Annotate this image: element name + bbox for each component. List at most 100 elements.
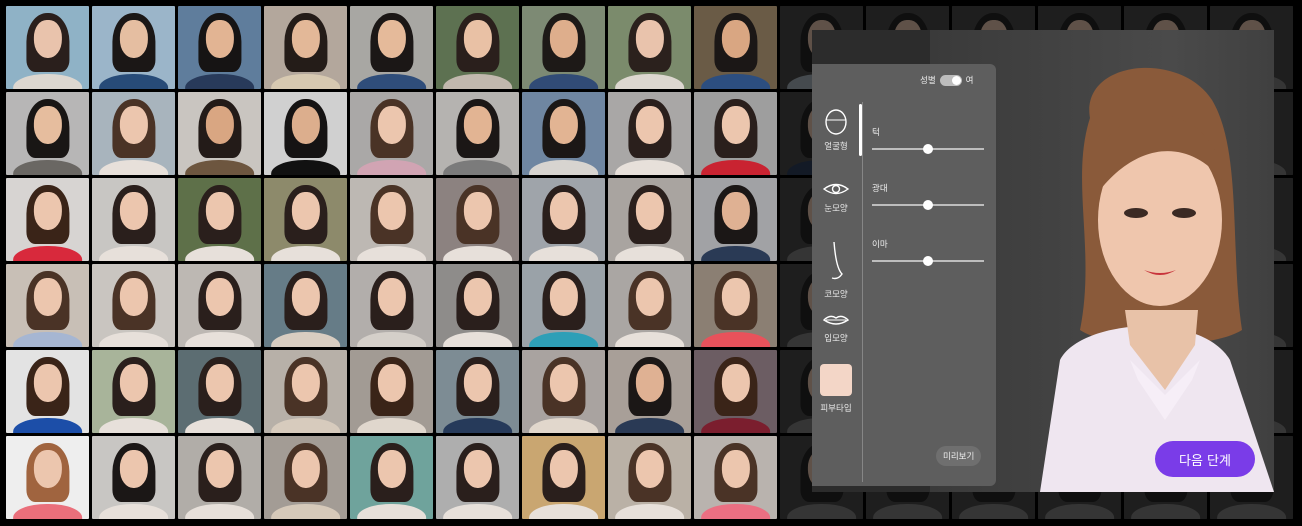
face-thumbnail[interactable] [6,92,89,175]
thumbnail-face [377,278,406,317]
thumbnail-face [463,20,492,59]
face-thumbnail[interactable] [92,350,175,433]
menu-item-face-shape[interactable]: 얼굴형 [812,108,860,152]
menu-item-nose-shape[interactable]: 코모양 [812,240,860,300]
face-thumbnail[interactable] [178,92,261,175]
face-thumbnail[interactable] [608,92,691,175]
face-thumbnail[interactable] [6,6,89,89]
face-thumbnail[interactable] [694,92,777,175]
thumbnail-face [635,450,664,489]
menu-item-lip-shape[interactable]: 입모양 [812,312,860,344]
face-thumbnail[interactable] [436,264,519,347]
face-thumbnail[interactable] [522,436,605,519]
face-thumbnail[interactable] [350,350,433,433]
face-thumbnail[interactable] [694,6,777,89]
menu-item-eye-shape[interactable]: 눈모양 [812,180,860,214]
face-thumbnail[interactable] [178,178,261,261]
face-thumbnail[interactable] [436,92,519,175]
thumbnail-face [721,364,750,403]
thumbnail-torso [184,160,255,175]
thumbnail-torso [356,504,427,519]
face-thumbnail[interactable] [436,350,519,433]
menu-label: 입모양 [824,334,848,344]
menu-item-skin-type[interactable]: 피부타입 [812,364,860,414]
thumbnail-torso [700,332,771,347]
preview-button[interactable]: 미리보기 [936,446,982,466]
slider-track[interactable] [872,144,984,154]
face-thumbnail[interactable] [608,350,691,433]
face-thumbnail[interactable] [350,178,433,261]
slider-track[interactable] [872,256,984,266]
thumbnail-face [205,106,234,145]
face-thumbnail[interactable] [522,350,605,433]
face-thumbnail[interactable] [350,264,433,347]
face-thumbnail[interactable] [694,350,777,433]
thumbnail-face [119,20,148,59]
thumbnail-torso [442,160,513,175]
face-thumbnail[interactable] [6,178,89,261]
face-thumbnail[interactable] [436,178,519,261]
face-thumbnail[interactable] [436,436,519,519]
face-thumbnail[interactable] [92,436,175,519]
face-thumbnail[interactable] [694,264,777,347]
face-thumbnail[interactable] [350,6,433,89]
thumbnail-face [549,364,578,403]
face-thumbnail[interactable] [264,350,347,433]
face-thumbnail[interactable] [92,6,175,89]
thumbnail-torso [528,160,599,175]
face-thumbnail[interactable] [264,92,347,175]
face-thumbnail[interactable] [694,436,777,519]
face-thumbnail[interactable] [92,264,175,347]
slider-track[interactable] [872,200,984,210]
thumbnail-face [205,450,234,489]
face-thumbnail[interactable] [522,6,605,89]
face-thumbnail[interactable] [264,436,347,519]
face-thumbnail[interactable] [608,178,691,261]
thumbnail-torso [614,332,685,347]
face-thumbnail[interactable] [608,264,691,347]
face-thumbnail[interactable] [694,178,777,261]
slider-handle[interactable] [923,200,933,210]
thumbnail-face [635,278,664,317]
face-thumbnail[interactable] [6,436,89,519]
face-thumbnail[interactable] [522,178,605,261]
thumbnail-face [33,278,62,317]
face-thumbnail[interactable] [608,6,691,89]
face-thumbnail[interactable] [522,92,605,175]
feature-menu: 얼굴형 눈모양 코모양 입모양 피부타입 [812,64,862,486]
face-thumbnail[interactable] [522,264,605,347]
face-thumbnail[interactable] [178,436,261,519]
face-thumbnail[interactable] [264,6,347,89]
face-thumbnail[interactable] [92,92,175,175]
thumbnail-torso [270,332,341,347]
face-thumbnail[interactable] [264,178,347,261]
thumbnail-face [119,278,148,317]
thumbnail-face [205,192,234,231]
slider-handle[interactable] [923,256,933,266]
slider-cheekbone[interactable]: 광대 [872,182,984,210]
thumbnail-torso [528,332,599,347]
face-thumbnail[interactable] [264,264,347,347]
thumbnail-torso [442,418,513,433]
slider-handle[interactable] [923,144,933,154]
face-thumbnail[interactable] [6,350,89,433]
slider-forehead[interactable]: 이마 [872,238,984,266]
thumbnail-torso [270,418,341,433]
thumbnail-torso [786,504,857,519]
thumbnail-face [291,192,320,231]
face-thumbnail[interactable] [178,6,261,89]
next-step-button[interactable]: 다음 단계 [1155,441,1255,477]
face-thumbnail[interactable] [350,92,433,175]
face-thumbnail[interactable] [608,436,691,519]
face-thumbnail[interactable] [6,264,89,347]
face-thumbnail[interactable] [436,6,519,89]
slider-label: 이마 [872,240,888,250]
face-thumbnail[interactable] [350,436,433,519]
thumbnail-torso [614,418,685,433]
gender-toggle[interactable] [939,74,962,86]
slider-chin[interactable]: 턱 [872,126,984,154]
face-thumbnail[interactable] [178,350,261,433]
face-thumbnail[interactable] [92,178,175,261]
thumbnail-torso [528,74,599,89]
face-thumbnail[interactable] [178,264,261,347]
